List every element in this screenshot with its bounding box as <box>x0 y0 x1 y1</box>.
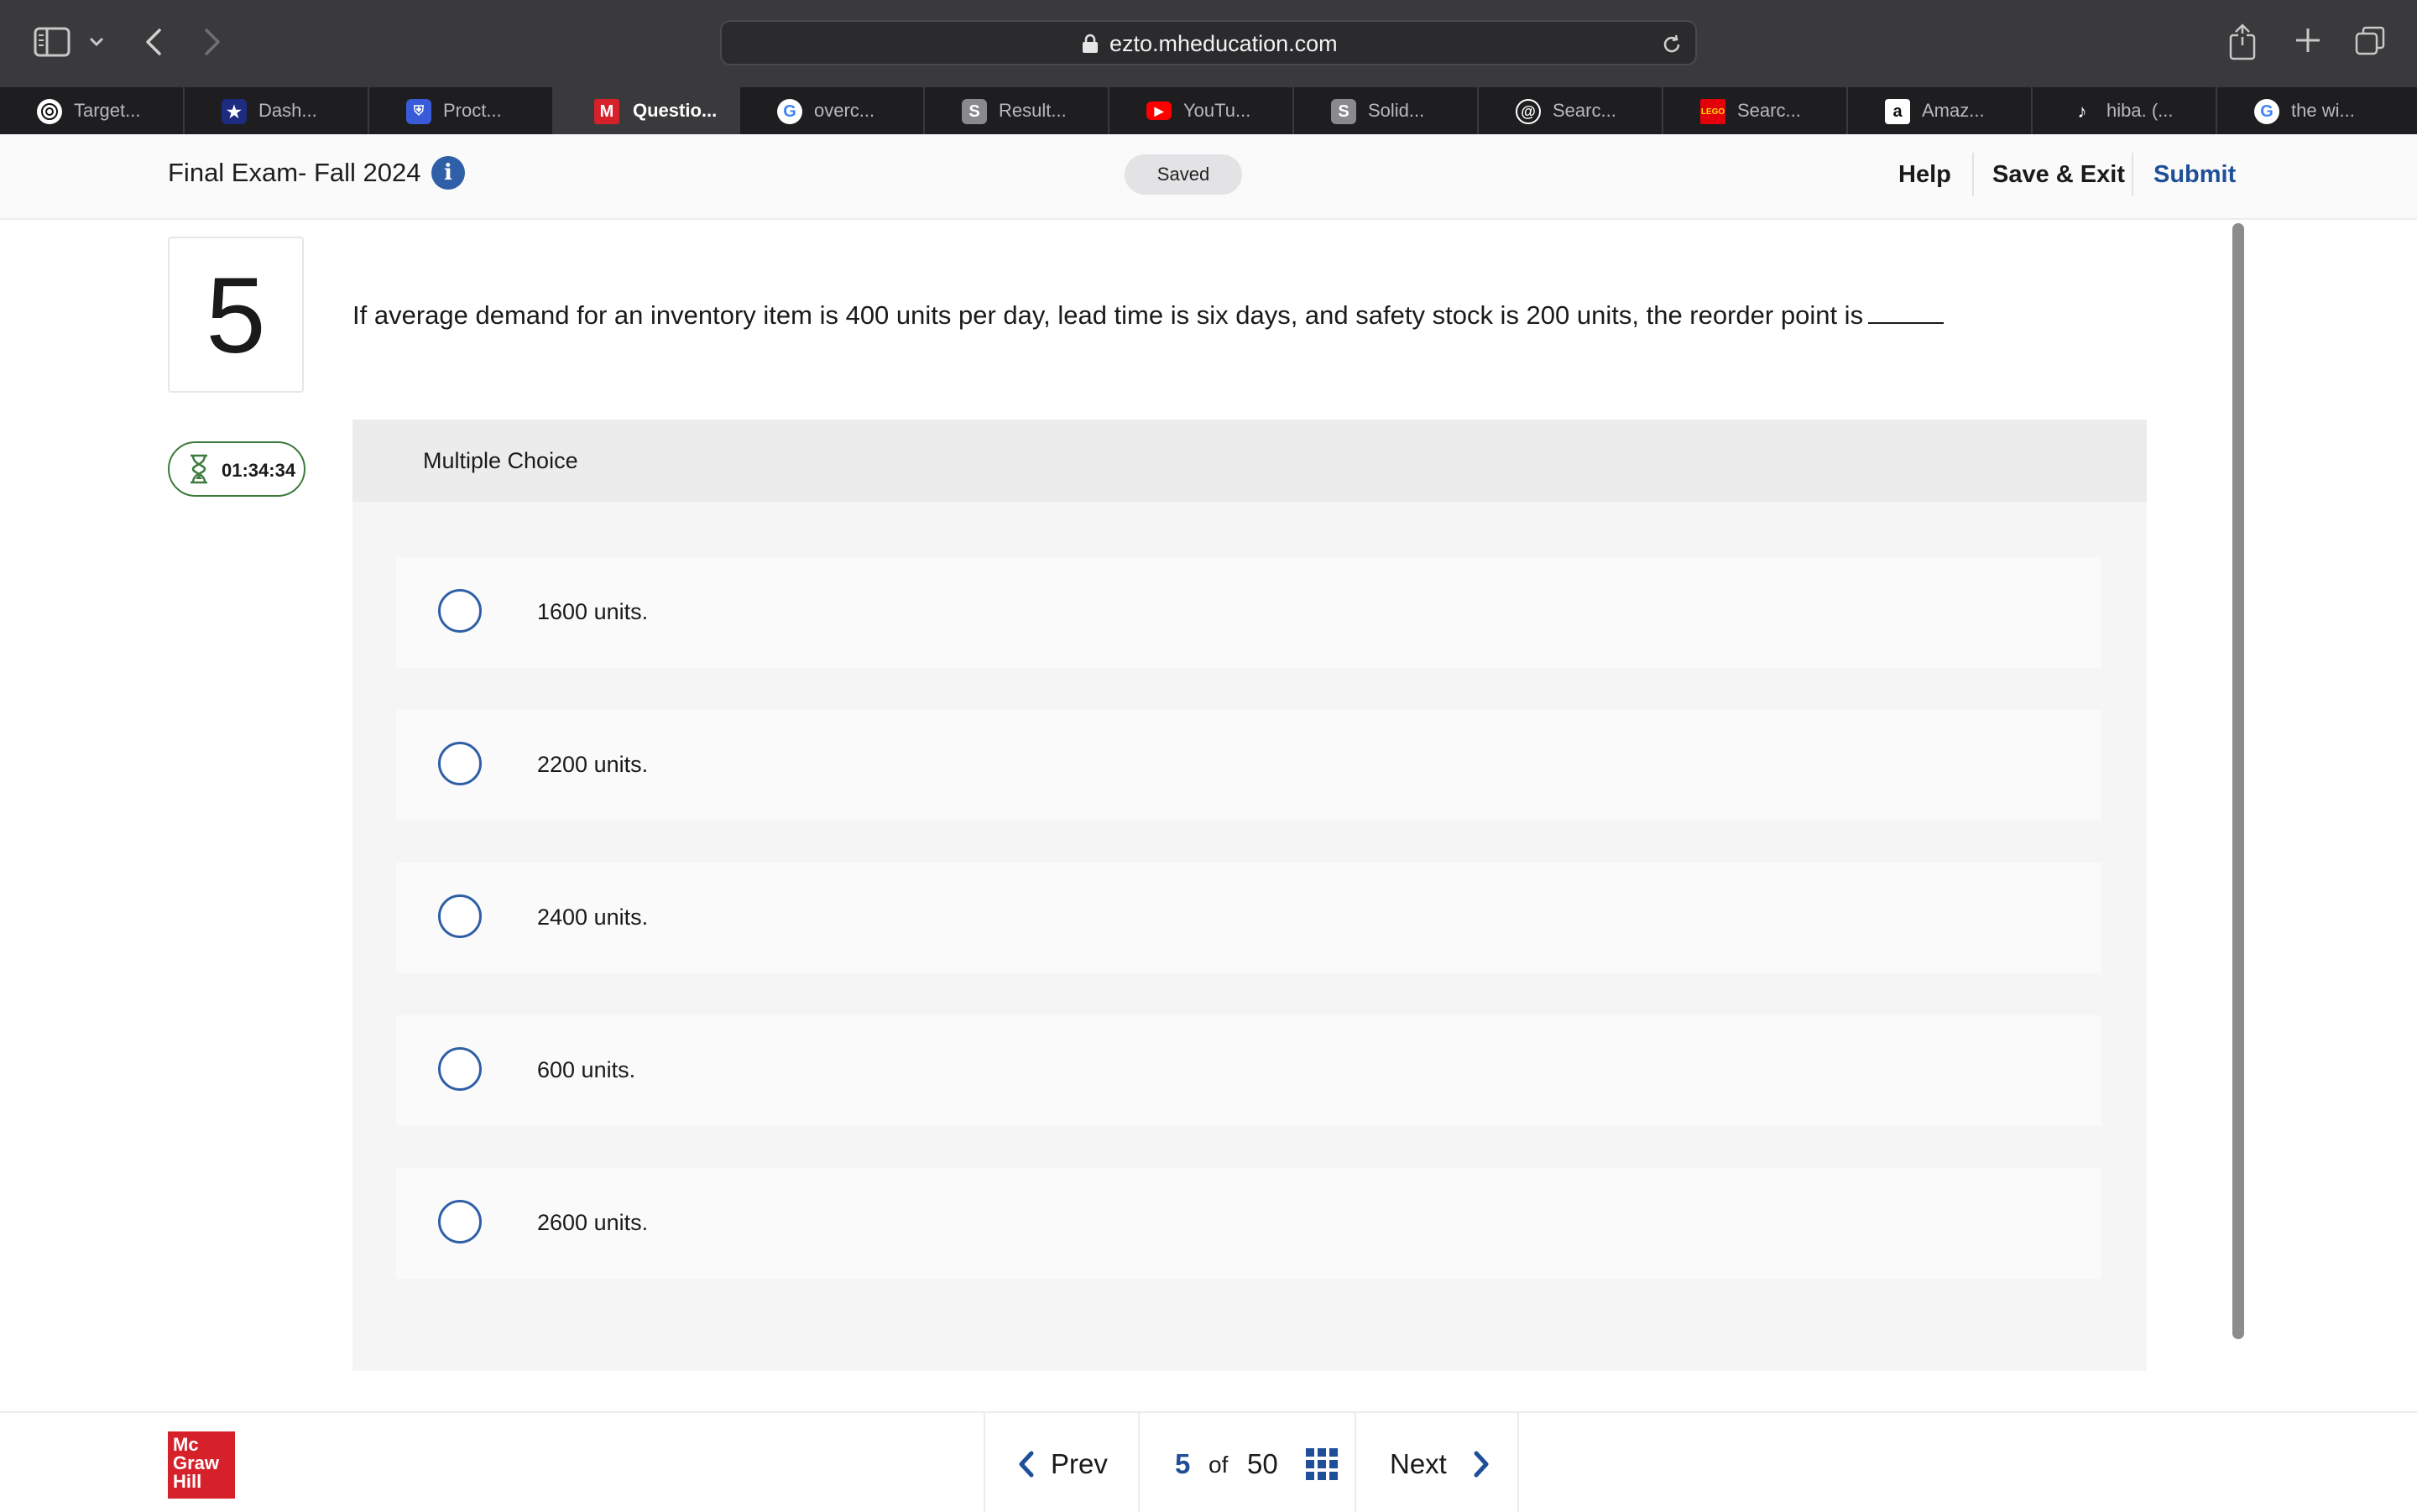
radio-button[interactable] <box>438 1200 482 1243</box>
page-indicator[interactable]: 5 of 50 <box>1138 1413 1355 1512</box>
browser-tab[interactable]: a Amaz... <box>1848 87 2033 134</box>
google-icon: G <box>777 99 802 124</box>
logo-line: Mc <box>173 1434 199 1455</box>
back-arrow-icon[interactable] <box>141 25 166 59</box>
lock-icon <box>1081 34 1099 54</box>
header-divider <box>1972 153 1974 196</box>
exam-title: Final Exam- Fall 2024 <box>168 158 421 187</box>
reload-icon[interactable] <box>1660 33 1684 56</box>
proctor-shield-icon: ⛨ <box>406 99 431 124</box>
answer-option[interactable]: 2600 units. <box>396 1168 2101 1279</box>
answer-option-label: 2200 units. <box>537 752 649 777</box>
browser-tab[interactable]: LEGO Searc... <box>1663 87 1848 134</box>
saved-status-badge: Saved <box>1125 154 1242 195</box>
question-navigation-footer: Mc Graw Hill Prev 5 of 50 Next <box>0 1411 2417 1512</box>
answer-option-label: 2400 units. <box>537 905 649 930</box>
answer-option[interactable]: 2400 units. <box>396 863 2101 973</box>
share-icon[interactable] <box>2227 22 2258 60</box>
browser-tab[interactable]: ★ Dash... <box>185 87 369 134</box>
answer-option-label: 2600 units. <box>537 1210 649 1235</box>
browser-tab-active[interactable]: M Questio... <box>554 87 740 134</box>
scrollbar[interactable] <box>2232 223 2244 1339</box>
timer-badge: 01:34:34 <box>168 441 305 497</box>
answer-option-label: 600 units. <box>537 1057 636 1082</box>
answer-option[interactable]: 600 units. <box>396 1015 2101 1126</box>
answer-blank <box>1868 299 1945 324</box>
address-bar[interactable]: ezto.mheducation.com <box>720 20 1697 65</box>
browser-tab[interactable]: ♪ hiba. (... <box>2033 87 2217 134</box>
save-exit-link[interactable]: Save & Exit <box>1992 161 2125 189</box>
submit-link[interactable]: Submit <box>2153 161 2236 189</box>
question-prompt: If average demand for an inventory item … <box>352 299 1945 331</box>
radio-button[interactable] <box>438 894 482 938</box>
new-tab-plus-icon[interactable] <box>2293 25 2323 55</box>
s-icon: S <box>1331 99 1356 124</box>
timer-text: 01:34:34 <box>222 460 296 481</box>
question-type-label: Multiple Choice <box>423 448 578 473</box>
chevron-right-icon <box>1472 1450 1490 1478</box>
radio-button[interactable] <box>438 589 482 633</box>
forward-arrow-icon[interactable] <box>200 25 225 59</box>
prev-label: Prev <box>1051 1448 1108 1479</box>
tiktok-icon: ♪ <box>2077 101 2087 122</box>
logo-line: Hill <box>173 1471 202 1492</box>
header-divider <box>2132 153 2133 196</box>
browser-tab[interactable]: @ Searc... <box>1479 87 1663 134</box>
question-number: 5 <box>168 237 304 393</box>
multiple-choice-panel: Multiple Choice 1600 units. 2200 units. … <box>352 420 2147 1371</box>
question-type-header: Multiple Choice <box>352 420 2147 502</box>
mcgraw-hill-logo: Mc Graw Hill <box>168 1431 235 1499</box>
browser-tab[interactable]: ▶ YouTu... <box>1109 87 1294 134</box>
chevron-left-icon <box>1017 1450 1036 1478</box>
chevron-down-icon[interactable] <box>87 30 106 54</box>
logo-line: Graw <box>173 1452 220 1473</box>
mheducation-m-icon: M <box>594 99 619 124</box>
browser-tab[interactable]: ⛨ Proct... <box>369 87 554 134</box>
exam-header: Final Exam- Fall 2024 i Saved Help Save … <box>0 134 2417 220</box>
answer-option[interactable]: 2200 units. <box>396 710 2101 821</box>
lego-icon: LEGO <box>1700 99 1725 124</box>
browser-tab[interactable]: S Result... <box>925 87 1109 134</box>
radio-button[interactable] <box>438 1047 482 1091</box>
answer-option-label: 1600 units. <box>537 599 649 624</box>
current-page: 5 <box>1175 1448 1191 1479</box>
tab-overview-icon[interactable] <box>2353 25 2387 57</box>
info-icon[interactable]: i <box>431 156 465 190</box>
youtube-icon: ▶ <box>1146 102 1172 120</box>
total-pages: 50 <box>1247 1448 1278 1479</box>
prev-button[interactable]: Prev <box>984 1413 1138 1512</box>
sidebar-toggle-icon[interactable] <box>34 27 70 57</box>
s-icon: S <box>962 99 987 124</box>
chatgpt-icon <box>37 99 62 124</box>
google-icon: G <box>2254 99 2279 124</box>
at-sign-icon: @ <box>1516 99 1541 124</box>
star-shield-icon: ★ <box>222 99 247 124</box>
answer-option[interactable]: 1600 units. <box>396 557 2101 668</box>
of-label: of <box>1208 1452 1229 1478</box>
radio-button[interactable] <box>438 742 482 785</box>
hourglass-icon <box>188 453 210 485</box>
browser-tab[interactable]: G the wi... <box>2217 87 2402 134</box>
next-label: Next <box>1390 1448 1447 1479</box>
next-button[interactable]: Next <box>1355 1413 1519 1512</box>
question-grid-icon[interactable] <box>1306 1448 1338 1480</box>
pagination: Prev 5 of 50 Next <box>984 1413 1519 1512</box>
browser-tab-bar: Target... ★ Dash... ⛨ Proct... M Questio… <box>0 87 2417 134</box>
browser-toolbar: ezto.mheducation.com <box>0 0 2417 88</box>
browser-tab[interactable]: G overc... <box>740 87 925 134</box>
help-link[interactable]: Help <box>1898 161 1951 189</box>
browser-tab[interactable]: S Solid... <box>1294 87 1479 134</box>
question-text: If average demand for an inventory item … <box>352 300 1864 330</box>
browser-tab[interactable]: Target... <box>0 87 185 134</box>
amazon-icon: a <box>1885 99 1910 124</box>
url-text: ezto.mheducation.com <box>1109 31 1338 56</box>
